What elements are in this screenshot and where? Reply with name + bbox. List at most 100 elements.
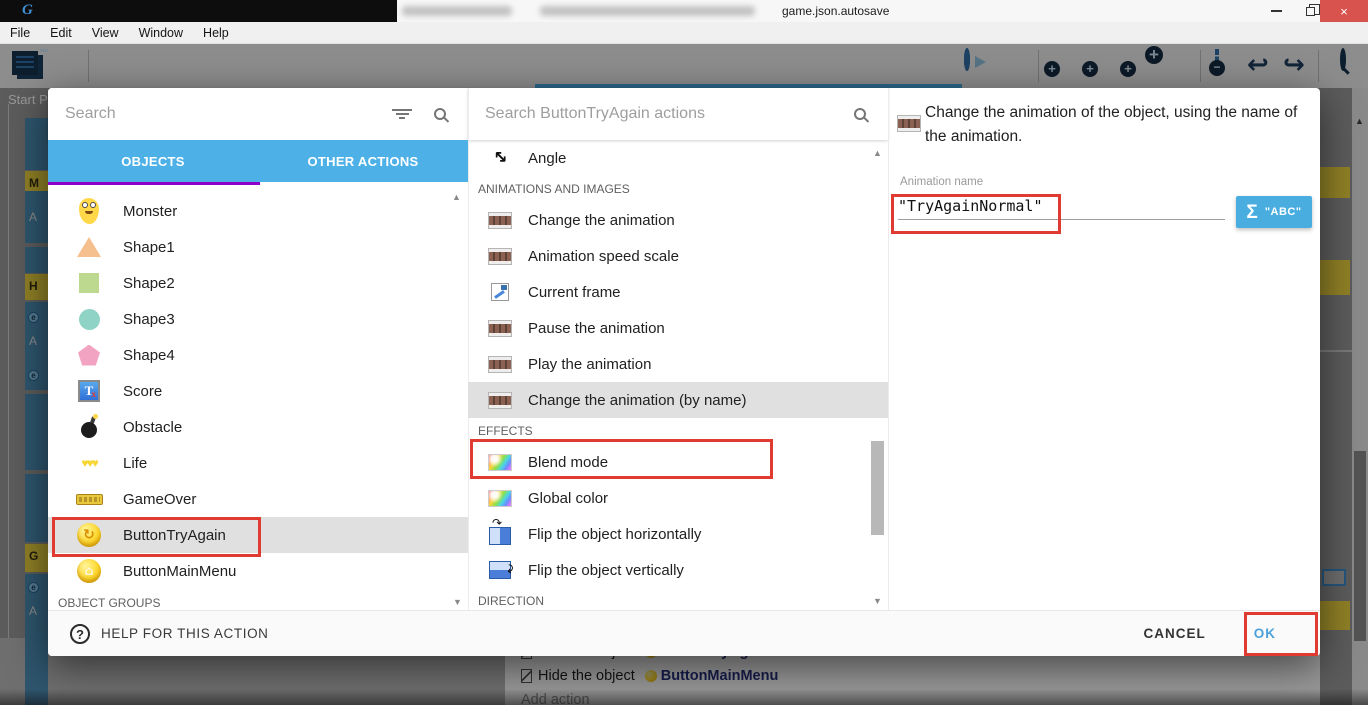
menu-edit[interactable]: Edit bbox=[40, 26, 82, 40]
action-row-play-animation[interactable]: Play the animation bbox=[468, 346, 888, 382]
help-icon: ? bbox=[70, 624, 90, 644]
action-row-global-color[interactable]: Global color bbox=[468, 480, 888, 516]
object-row-shape1[interactable]: Shape1 bbox=[48, 229, 468, 265]
refresh-button-icon bbox=[77, 523, 101, 547]
action-row-angle[interactable]: Angle bbox=[468, 140, 888, 176]
left-panel-tabs: OBJECTS OTHER ACTIONS bbox=[48, 140, 468, 182]
menu-view[interactable]: View bbox=[82, 26, 129, 40]
scroll-up-arrow[interactable]: ▲ bbox=[452, 192, 461, 202]
redacted-title-text bbox=[402, 6, 512, 16]
action-row-pause-animation[interactable]: Pause the animation bbox=[468, 310, 888, 346]
tab-other-actions[interactable]: OTHER ACTIONS bbox=[258, 140, 468, 182]
search-icon bbox=[434, 108, 446, 120]
action-label: Blend mode bbox=[528, 454, 608, 471]
action-search-bar bbox=[468, 88, 888, 140]
scrollbar-thumb[interactable] bbox=[871, 441, 884, 535]
help-for-this-action-link[interactable]: HELP FOR THIS ACTION bbox=[101, 626, 269, 641]
object-label: GameOver bbox=[123, 491, 196, 508]
object-label: Shape4 bbox=[123, 347, 175, 364]
scroll-down-arrow[interactable]: ▼ bbox=[873, 596, 882, 606]
object-row-shape3[interactable]: Shape3 bbox=[48, 301, 468, 337]
title-bar-dark-segment: G bbox=[0, 0, 397, 22]
object-label: ButtonTryAgain bbox=[123, 527, 226, 544]
object-row-buttontryagain[interactable]: ButtonTryAgain bbox=[48, 517, 468, 553]
circle-icon bbox=[79, 309, 100, 330]
action-row-current-frame[interactable]: Current frame bbox=[468, 274, 888, 310]
action-label: Animation speed scale bbox=[528, 248, 679, 265]
animation-name-input[interactable] bbox=[898, 192, 1225, 220]
film-icon bbox=[488, 212, 512, 229]
action-label: Pause the animation bbox=[528, 320, 665, 337]
rainbow-icon bbox=[488, 490, 512, 507]
tab-objects[interactable]: OBJECTS bbox=[48, 140, 258, 182]
scroll-up-arrow[interactable]: ▲ bbox=[873, 148, 882, 158]
object-row-monster[interactable]: Monster bbox=[48, 193, 468, 229]
action-description: Change the animation of the object, usin… bbox=[925, 101, 1317, 149]
action-row-flip-horizontally[interactable]: Flip the object horizontally bbox=[468, 516, 888, 552]
object-search-bar bbox=[48, 88, 468, 140]
object-row-life[interactable]: Life bbox=[48, 445, 468, 481]
object-label: ButtonMainMenu bbox=[123, 563, 236, 580]
filter-icon[interactable] bbox=[392, 107, 412, 121]
object-label: Shape3 bbox=[123, 311, 175, 328]
object-row-shape2[interactable]: Shape2 bbox=[48, 265, 468, 301]
film-icon bbox=[488, 248, 512, 265]
flip-vertical-icon bbox=[489, 561, 511, 579]
action-row-animation-speed-scale[interactable]: Animation speed scale bbox=[468, 238, 888, 274]
scroll-down-arrow[interactable]: ▼ bbox=[453, 597, 462, 607]
object-row-obstacle[interactable]: Obstacle bbox=[48, 409, 468, 445]
bomb-icon bbox=[81, 422, 97, 438]
film-icon bbox=[897, 115, 921, 132]
cancel-button[interactable]: CANCEL bbox=[1130, 616, 1220, 651]
gdevelop-window: G game.json.autosave × File Edit View Wi… bbox=[0, 0, 1368, 705]
film-icon bbox=[488, 356, 512, 373]
ok-button[interactable]: OK bbox=[1238, 616, 1292, 651]
animation-name-label: Animation name bbox=[900, 176, 983, 188]
object-label: Life bbox=[123, 455, 147, 472]
action-label: Global color bbox=[528, 490, 608, 507]
abc-label: "ABC" bbox=[1265, 206, 1302, 218]
expression-editor-button[interactable]: Σ "ABC" bbox=[1236, 196, 1312, 228]
action-label: Flip the object horizontally bbox=[528, 526, 701, 543]
choose-action-dialog: OBJECTS OTHER ACTIONS Monster Shape1 Sha… bbox=[48, 88, 1320, 656]
window-title-filename: game.json.autosave bbox=[782, 4, 889, 18]
action-label: Flip the object vertically bbox=[528, 562, 684, 579]
menu-help[interactable]: Help bbox=[193, 26, 239, 40]
pentagon-icon bbox=[78, 345, 100, 366]
menu-bar: File Edit View Window Help bbox=[0, 22, 1368, 44]
object-label: Shape2 bbox=[123, 275, 175, 292]
object-groups-header: OBJECT GROUPS bbox=[58, 596, 468, 610]
object-label: Score bbox=[123, 383, 162, 400]
section-animations-and-images: ANIMATIONS AND IMAGES bbox=[468, 176, 888, 202]
monster-sprite-icon bbox=[79, 198, 99, 224]
object-label: Shape1 bbox=[123, 239, 175, 256]
action-row-blend-mode[interactable]: Blend mode bbox=[468, 444, 888, 480]
square-icon bbox=[79, 273, 99, 293]
close-button[interactable]: × bbox=[1320, 0, 1368, 22]
object-label: Monster bbox=[123, 203, 177, 220]
object-search-input[interactable] bbox=[65, 105, 392, 123]
menu-window[interactable]: Window bbox=[129, 26, 193, 40]
film-icon bbox=[488, 320, 512, 337]
action-label: Angle bbox=[528, 150, 566, 167]
action-label: Play the animation bbox=[528, 356, 651, 373]
object-row-buttonmainmenu[interactable]: ButtonMainMenu bbox=[48, 553, 468, 589]
object-row-shape4[interactable]: Shape4 bbox=[48, 337, 468, 373]
sigma-icon: Σ bbox=[1246, 203, 1257, 222]
frame-icon bbox=[491, 283, 509, 301]
action-row-flip-vertically[interactable]: Flip the object vertically bbox=[468, 552, 888, 588]
rainbow-icon bbox=[488, 454, 512, 471]
menu-file[interactable]: File bbox=[0, 26, 40, 40]
action-row-change-animation[interactable]: Change the animation bbox=[468, 202, 888, 238]
object-row-gameover[interactable]: GameOver bbox=[48, 481, 468, 517]
action-search-input[interactable] bbox=[485, 105, 854, 123]
action-label: Change the animation bbox=[528, 212, 675, 229]
triangle-icon bbox=[77, 237, 101, 257]
flip-horizontal-icon bbox=[489, 527, 511, 545]
gdevelop-logo-icon: G bbox=[22, 2, 40, 20]
minimize-button[interactable] bbox=[1258, 0, 1294, 22]
text-object-icon bbox=[78, 380, 100, 402]
object-row-score[interactable]: Score bbox=[48, 373, 468, 409]
action-row-change-animation-by-name[interactable]: Change the animation (by name) bbox=[468, 382, 888, 418]
home-button-icon bbox=[77, 559, 101, 583]
